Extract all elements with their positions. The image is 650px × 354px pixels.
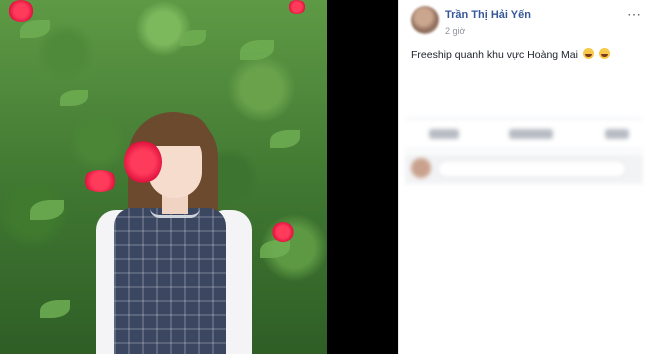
post-photo[interactable] [0,0,327,354]
foliage [60,90,88,106]
foliage [180,30,206,46]
foliage [270,130,300,148]
commenter-avatar [411,158,431,178]
avatar[interactable] [411,6,439,34]
hibiscus-flower [272,222,294,242]
foliage [20,20,50,38]
like-button[interactable] [429,129,459,139]
hibiscus-flower [288,0,306,14]
laughing-emoji-icon [598,48,610,59]
foliage [260,240,290,258]
post-actions-bar [405,118,643,150]
comment-input[interactable] [437,160,627,178]
person-dress [114,208,226,354]
lightbox-background [327,0,398,354]
author-name[interactable]: Trần Thị Hải Yến [445,9,531,21]
foliage [240,40,274,60]
post-text-content: Freeship quanh khu vực Hoàng Mai [411,49,578,61]
comment-button[interactable] [509,129,553,139]
foliage [40,300,70,318]
post-text: Freeship quanh khu vực Hoàng Mai [411,48,610,61]
post-panel: Trần Thị Hải Yến 2 giờ ⋯ Freeship quanh … [398,0,650,354]
foliage [30,200,64,220]
hibiscus-flower [82,170,118,192]
laughing-emoji-icon [582,48,594,59]
hibiscus-flower [8,0,34,22]
post-time[interactable]: 2 giờ [445,26,465,36]
hibiscus-flower [124,140,162,184]
more-options-icon[interactable]: ⋯ [627,6,642,23]
share-button[interactable] [605,129,629,139]
comment-area [405,154,643,184]
